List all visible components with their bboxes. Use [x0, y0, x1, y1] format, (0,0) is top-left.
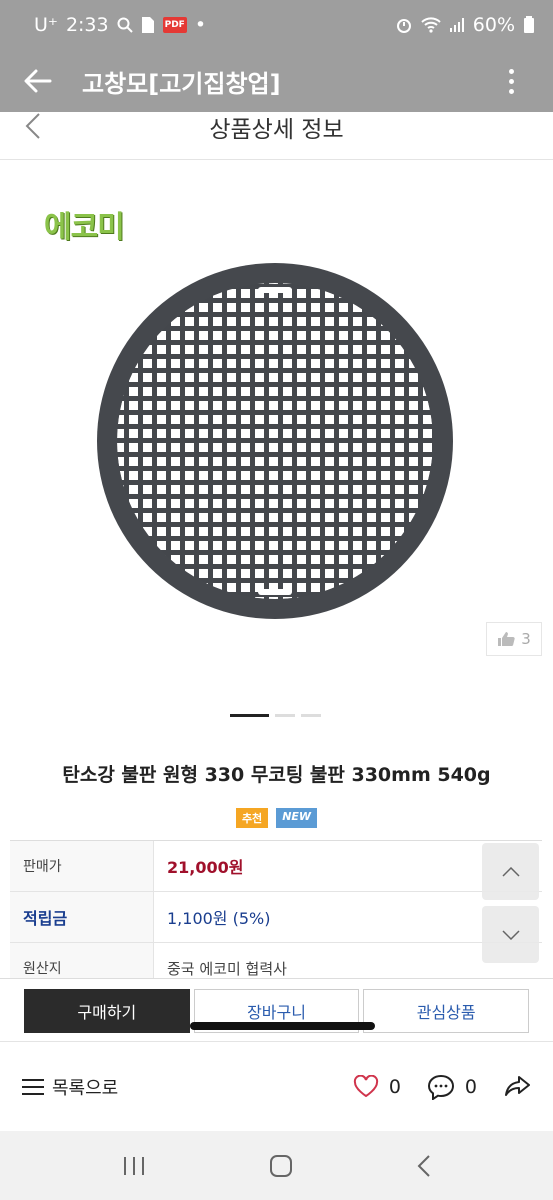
menu-icon: [22, 1078, 44, 1095]
chevron-left-icon[interactable]: [24, 112, 42, 140]
slide-dot[interactable]: [230, 714, 269, 717]
product-info-table: 판매가 21,000원 적립금 1,100원 (5%) 원산지 중국 에코미 협…: [10, 840, 542, 994]
thumbs-up-icon: [498, 632, 515, 646]
bottom-bar: 목록으로 0 0: [0, 1041, 553, 1131]
more-dot-icon: [508, 68, 514, 74]
back-to-list-button[interactable]: 목록으로: [22, 1074, 118, 1100]
gesture-handle: [190, 1022, 375, 1030]
clock: 2:33: [65, 14, 109, 36]
battery-percent: 60%: [472, 14, 515, 36]
page-header: 상품상세 정보: [0, 112, 553, 160]
alarm-icon: [396, 19, 411, 33]
app-bar: 고창모[고기집창업]: [0, 50, 553, 112]
arrow-left-icon: [24, 69, 52, 93]
share-button[interactable]: [503, 1074, 531, 1100]
badges: 추천 NEW: [0, 808, 553, 828]
comments-button[interactable]: 0: [427, 1074, 477, 1100]
points-value: 1,100원 (5%): [167, 909, 271, 928]
page-title: 상품상세 정보: [209, 116, 344, 143]
comment-total: 0: [464, 1075, 477, 1098]
scroll-up-button[interactable]: [482, 843, 539, 900]
system-nav-bar: [0, 1131, 553, 1200]
info-row-points: 적립금 1,100원 (5%): [10, 892, 542, 943]
carrier-label: U⁺: [34, 14, 58, 36]
slide-dot[interactable]: [301, 714, 321, 717]
pdf-icon: PDF: [162, 17, 187, 33]
chevron-up-icon: [501, 866, 520, 877]
slide-indicator: [230, 714, 321, 717]
signal-icon: [449, 18, 464, 32]
product-image[interactable]: 에코미 3: [0, 160, 553, 700]
like-toggle[interactable]: 0: [353, 1075, 401, 1098]
share-icon: [505, 1075, 530, 1096]
home-icon[interactable]: [269, 1154, 293, 1178]
like-button[interactable]: 3: [486, 622, 542, 656]
product-name: 탄소강 불판 원형 330 무코팅 불판 330mm 540g: [62, 764, 491, 786]
price-label: 판매가: [10, 841, 154, 891]
more-dot-icon: [508, 88, 514, 94]
more-dot-icon: [508, 78, 514, 84]
origin-value: 중국 에코미 협력사: [167, 959, 287, 978]
battery-icon: [524, 16, 534, 33]
slide-dot[interactable]: [275, 714, 295, 717]
chevron-down-icon: [501, 929, 520, 940]
document-icon: [141, 17, 154, 33]
new-badge: NEW: [276, 808, 318, 828]
like-total: 0: [388, 1075, 401, 1098]
comment-icon: [427, 1074, 454, 1100]
scroll-down-button[interactable]: [482, 906, 539, 963]
grill-plate-image: [97, 263, 453, 619]
buy-button[interactable]: 구매하기: [24, 989, 190, 1033]
more-options-button[interactable]: [491, 68, 531, 94]
wifi-icon: [421, 17, 441, 33]
wishlist-button[interactable]: 관심상품: [363, 989, 530, 1033]
search-icon: [117, 17, 133, 33]
action-bar: 구매하기 장바구니 관심상품: [0, 978, 553, 1040]
notification-dot: •: [194, 14, 207, 36]
info-row-price: 판매가 21,000원: [10, 841, 542, 892]
app-title: 고창모[고기집창업]: [82, 69, 281, 98]
back-nav-icon[interactable]: [416, 1154, 432, 1178]
recommend-badge: 추천: [235, 808, 269, 828]
recent-apps-icon[interactable]: [122, 1155, 146, 1177]
heart-icon: [353, 1075, 378, 1098]
back-to-list-label: 목록으로: [52, 1077, 119, 1099]
price-value: 21,000원: [167, 858, 244, 877]
points-label: 적립금: [10, 892, 154, 942]
status-bar: U⁺ 2:33 PDF • 60%: [0, 0, 553, 50]
back-button[interactable]: [0, 50, 76, 112]
like-count: 3: [521, 630, 531, 648]
